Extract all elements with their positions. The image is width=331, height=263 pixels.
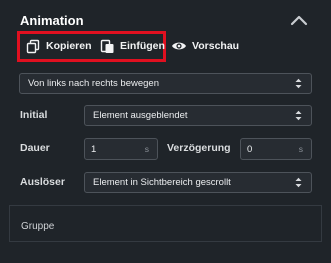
duration-input[interactable]: 1 s [84, 138, 158, 160]
eye-icon [171, 40, 187, 52]
duration-value: 1 [91, 143, 97, 155]
copy-button[interactable]: Kopieren [26, 38, 92, 54]
delay-label: Verzögerung [167, 142, 231, 154]
sort-arrows-icon [295, 177, 302, 188]
delay-value: 0 [247, 143, 253, 155]
sort-arrows-icon [295, 110, 302, 121]
effect-select[interactable]: Von links nach rechts bewegen [19, 73, 312, 94]
paste-label: Einfügen [120, 40, 165, 52]
copy-icon [26, 39, 41, 54]
delay-unit: s [298, 144, 303, 154]
group-label: Gruppe [21, 221, 55, 232]
paste-button[interactable]: Einfügen [100, 38, 165, 54]
animation-panel: Animation Kopieren Einfügen Vorschau Von… [0, 0, 331, 263]
trigger-label: Auslöser [20, 176, 65, 188]
duration-label: Dauer [20, 142, 50, 154]
initial-select[interactable]: Element ausgeblendet [84, 105, 312, 126]
sort-arrows-icon [295, 78, 302, 89]
preview-button[interactable]: Vorschau [171, 38, 239, 54]
group-section[interactable] [9, 205, 322, 242]
panel-title: Animation [20, 13, 84, 28]
trigger-select-value: Element in Sichtbereich gescrollt [93, 177, 231, 188]
delay-input[interactable]: 0 s [240, 138, 312, 160]
initial-label: Initial [20, 109, 48, 121]
preview-label: Vorschau [192, 40, 240, 52]
collapse-chevron-up-icon[interactable] [290, 13, 308, 26]
effect-select-value: Von links nach rechts bewegen [28, 78, 159, 89]
copy-label: Kopieren [46, 40, 92, 52]
paste-icon [100, 39, 115, 54]
trigger-select[interactable]: Element in Sichtbereich gescrollt [84, 172, 312, 193]
duration-unit: s [144, 144, 149, 154]
initial-select-value: Element ausgeblendet [93, 110, 188, 121]
